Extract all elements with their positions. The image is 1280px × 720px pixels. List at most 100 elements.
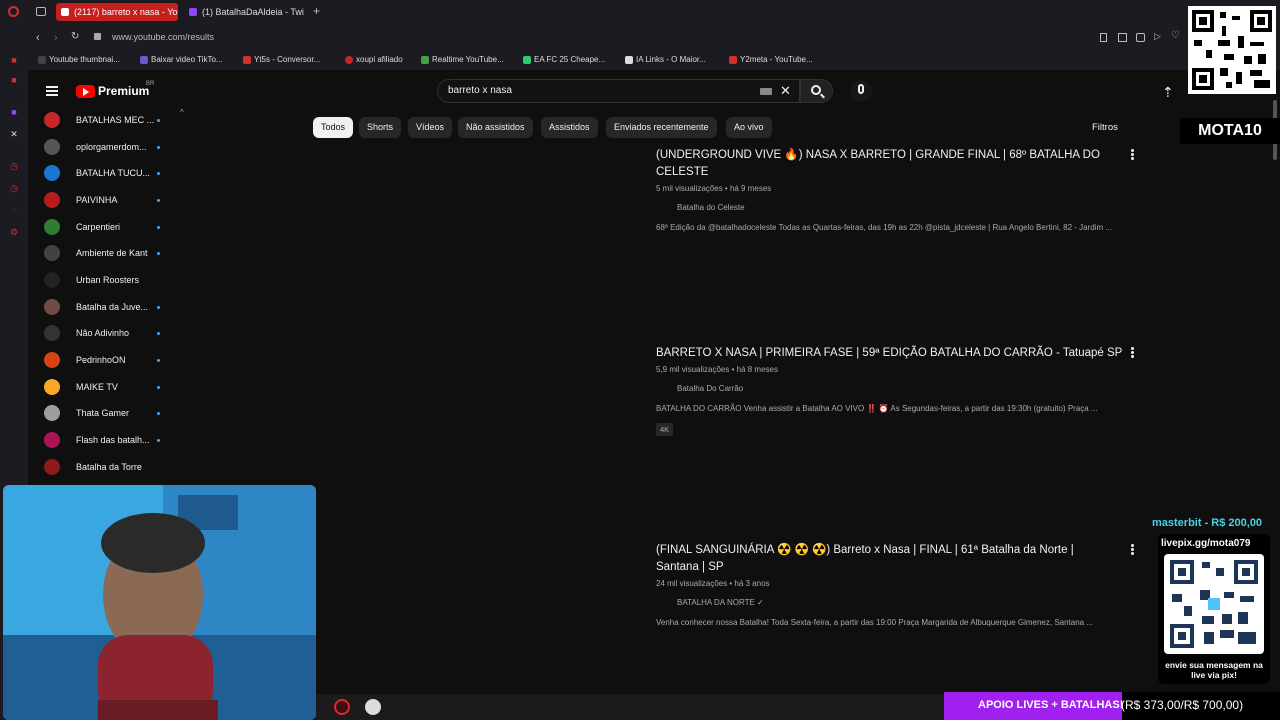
goal-progress: (R$ 373,00/R$ 700,00) xyxy=(1121,698,1244,712)
new-tab-button[interactable]: + xyxy=(313,4,320,18)
hamburger-menu-icon[interactable] xyxy=(46,86,58,96)
subscription-item[interactable]: Batalha da Juve... xyxy=(44,299,164,317)
messenger-icon[interactable]: ■ xyxy=(8,54,20,66)
bookmark-item[interactable]: Realtime YouTube... xyxy=(421,55,504,64)
search-result[interactable]: BARRETO X NASA | PRIMEIRA FASE | 59ª EDI… xyxy=(656,345,1136,437)
new-content-dot xyxy=(157,332,160,335)
more-options-icon[interactable] xyxy=(1128,346,1136,360)
chip-assistidos[interactable]: Assistidos xyxy=(541,117,598,138)
channel-avatar xyxy=(44,299,60,315)
subscription-item[interactable]: Carpentieri xyxy=(44,219,164,237)
opera-taskbar-icon[interactable] xyxy=(334,699,350,715)
video-title[interactable]: BARRETO X NASA | PRIMEIRA FASE | 59ª EDI… xyxy=(656,345,1126,362)
livepix-caption: envie sua mensagem na live via pix! xyxy=(1165,660,1263,680)
subscription-item[interactable]: PedrinhoON xyxy=(44,352,164,370)
history-icon[interactable]: ◷ xyxy=(8,160,20,172)
chip-videos[interactable]: Vídeos xyxy=(408,117,453,138)
send-icon[interactable]: ▷ xyxy=(1154,31,1161,42)
livepix-qr-image xyxy=(1164,554,1264,654)
search-result[interactable]: (FINAL SANGUINÁRIA ☢️ ☢️ ☢️) Barreto x N… xyxy=(656,542,1136,627)
bookmark-item[interactable]: Y2meta - YouTube... xyxy=(729,55,813,64)
new-content-dot xyxy=(157,252,160,255)
subscription-item[interactable]: Ambiente de Kant xyxy=(44,245,164,263)
subscription-item[interactable]: MAIKE TV xyxy=(44,379,164,397)
screen: (2117) barreto x nasa - You (1) BatalhaD… xyxy=(0,0,1280,720)
snapshot-icon[interactable] xyxy=(1118,33,1127,42)
instagram-icon[interactable]: ■ xyxy=(8,74,20,86)
back-icon[interactable]: ‹ xyxy=(36,32,40,44)
video-title[interactable]: (UNDERGROUND VIVE 🔥) NASA X BARRETO | GR… xyxy=(656,147,1111,181)
bookmark-item[interactable]: Yt5s - Conversor... xyxy=(243,55,320,64)
opera-logo-icon[interactable] xyxy=(8,6,19,17)
shield-icon[interactable] xyxy=(1136,33,1145,42)
search-result[interactable]: (UNDERGROUND VIVE 🔥) NASA X BARRETO | GR… xyxy=(656,147,1136,232)
video-description: Venha conhecer nossa Batalha! Toda Sexta… xyxy=(656,618,1094,627)
subscription-item[interactable]: oplorgamerdom... xyxy=(44,139,164,157)
channel-link[interactable]: Batalha Do Carrão xyxy=(656,384,1136,393)
settings-icon[interactable]: ⚙ xyxy=(8,226,20,238)
url-field[interactable]: www.youtube.com/results xyxy=(112,32,214,42)
bookmark-item[interactable]: IA Links - O Maior... xyxy=(625,55,706,64)
subscription-item[interactable]: BATALHA TUCU... xyxy=(44,165,164,183)
channel-name: PedrinhoON xyxy=(76,355,126,365)
channel-avatar xyxy=(44,352,60,368)
donation-goal-bar: APOIO LIVES + BATALHAS! (R$ 373,00/R$ 70… xyxy=(944,692,1280,720)
reload-icon[interactable]: ↻ xyxy=(71,31,79,42)
twitch-tab-icon xyxy=(189,8,197,16)
new-content-dot xyxy=(157,119,160,122)
clock-icon[interactable]: ◷ xyxy=(8,182,20,194)
bookmark-label: Y2meta - YouTube... xyxy=(740,55,813,64)
tab-label: (2117) barreto x nasa - You xyxy=(74,7,178,17)
subscription-item[interactable]: Urban Roosters xyxy=(44,272,164,290)
x-icon[interactable]: ✕ xyxy=(8,128,20,140)
chip-todos[interactable]: Todos xyxy=(313,117,354,138)
bookmark-item[interactable]: Youtube thumbnai... xyxy=(38,55,120,64)
bookmark-item[interactable]: xoupi afiliado xyxy=(345,55,403,64)
search-button[interactable] xyxy=(800,79,833,103)
channel-avatar xyxy=(44,219,60,235)
tab-youtube-active[interactable]: (2117) barreto x nasa - You xyxy=(56,3,178,21)
chip-nao-assistidos[interactable]: Não assistidos xyxy=(458,117,533,138)
subscription-item[interactable]: Batalha da Torre xyxy=(44,459,164,477)
channel-avatar xyxy=(44,379,60,395)
webcam-feed xyxy=(3,485,316,720)
filters-button[interactable]: Filtros xyxy=(1092,122,1118,133)
clear-search-icon[interactable]: ✕ xyxy=(780,83,791,99)
more-options-icon[interactable] xyxy=(1128,543,1136,557)
upload-icon[interactable]: ⇡ xyxy=(1162,84,1174,101)
search-input[interactable]: barreto x nasa ✕ xyxy=(437,79,800,103)
ea-icon xyxy=(523,56,531,64)
heart-icon[interactable]: ♡ xyxy=(1171,30,1180,41)
subscription-item[interactable]: Flash das batalh... xyxy=(44,432,164,450)
obs-taskbar-icon[interactable] xyxy=(365,699,381,715)
channel-link[interactable]: Batalha do Celeste xyxy=(656,203,1136,212)
chip-shorts[interactable]: Shorts xyxy=(359,117,402,138)
subscription-item[interactable]: BATALHAS MEC ... xyxy=(44,112,164,130)
chip-enviados-recentemente[interactable]: Enviados recentemente xyxy=(606,117,717,138)
subscription-item[interactable]: Não Adivinho xyxy=(44,325,164,343)
keyboard-icon[interactable] xyxy=(760,88,772,95)
channel-link[interactable]: BATALHA DA NORTE ✓ xyxy=(656,598,1136,607)
channel-avatar xyxy=(44,165,60,181)
more-options-icon[interactable] xyxy=(1128,148,1136,162)
voice-search-button[interactable] xyxy=(850,80,872,102)
tab-list-icon[interactable] xyxy=(36,7,46,16)
new-content-dot xyxy=(157,226,160,229)
forward-icon[interactable]: › xyxy=(54,32,58,44)
bookmark-item[interactable]: Baixar video TikTo... xyxy=(140,55,223,64)
subscription-item[interactable]: Thata Gamer xyxy=(44,405,164,423)
tab-twitch[interactable]: (1) BatalhaDaAldeia - Twitc xyxy=(184,3,304,21)
bookmark-icon[interactable] xyxy=(1100,33,1107,42)
subscription-item[interactable]: PAIVINHA xyxy=(44,192,164,210)
streamer-tag: MOTA10 xyxy=(1180,118,1280,144)
bookmark-label: Baixar video TikTo... xyxy=(151,55,223,64)
chip-ao-vivo[interactable]: Ao vivo xyxy=(726,117,772,138)
channel-avatar xyxy=(44,245,60,261)
twitch-icon[interactable]: ■ xyxy=(8,106,20,118)
bookmark-item[interactable]: EA FC 25 Cheape... xyxy=(523,55,605,64)
sidebar-collapse-icon[interactable]: ^ xyxy=(180,108,184,117)
chat-icon[interactable]: ◌ xyxy=(8,204,20,216)
channel-name: PAIVINHA xyxy=(76,195,118,205)
channel-name: oplorgamerdom... xyxy=(76,142,147,152)
video-title[interactable]: (FINAL SANGUINÁRIA ☢️ ☢️ ☢️) Barreto x N… xyxy=(656,542,1096,576)
